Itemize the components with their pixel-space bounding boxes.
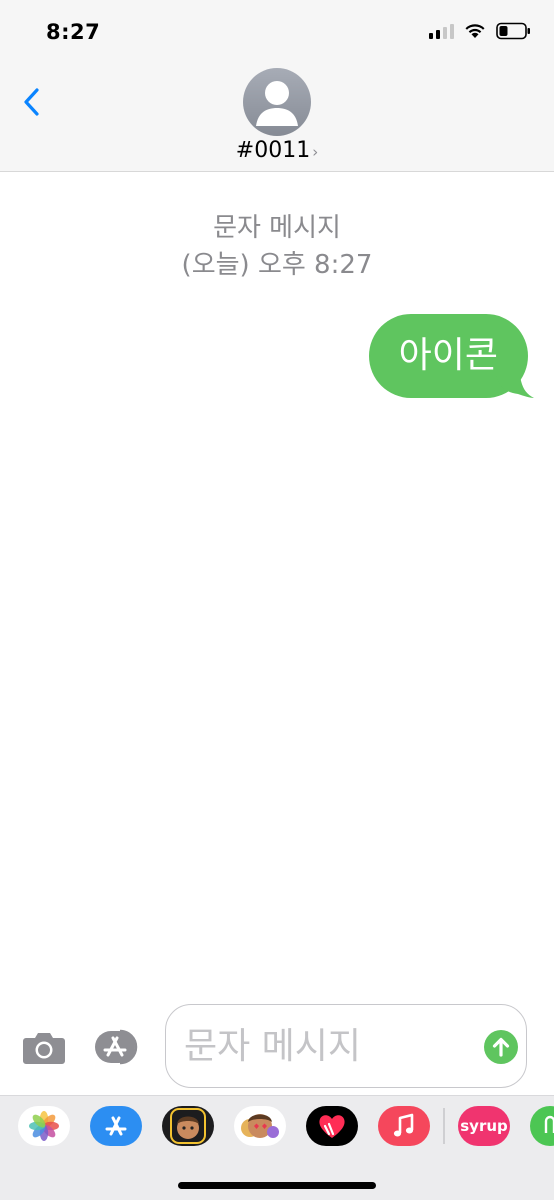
wifi-icon xyxy=(465,24,485,38)
app-drawer-divider xyxy=(443,1108,445,1144)
message-input-field[interactable] xyxy=(165,1004,527,1088)
status-icons xyxy=(429,22,532,40)
memoji-icon xyxy=(170,1108,206,1144)
person-icon xyxy=(256,81,298,126)
more-app-icon xyxy=(544,1115,554,1133)
music-icon xyxy=(393,1113,414,1137)
memoji-stickers-app-button[interactable] xyxy=(234,1106,286,1146)
camera-button[interactable] xyxy=(22,1030,66,1066)
cellular-signal-icon xyxy=(429,23,454,39)
send-button[interactable] xyxy=(484,1030,518,1064)
chevron-right-icon: › xyxy=(312,143,319,161)
photos-app-button[interactable] xyxy=(18,1106,70,1146)
battery-icon xyxy=(496,22,530,40)
app-store-icon xyxy=(95,1029,138,1065)
arrow-up-icon xyxy=(492,1037,510,1057)
home-indicator[interactable] xyxy=(178,1182,376,1189)
messages-screen: 8:27 #0011 › 문자 메시지 (오늘) 오후 8:27 아이콘 문자 … xyxy=(0,0,554,1200)
digital-touch-app-button[interactable] xyxy=(306,1106,358,1146)
more-app-button[interactable] xyxy=(530,1106,554,1146)
chevron-left-icon xyxy=(24,88,39,116)
photos-icon xyxy=(29,1111,59,1141)
memoji-stickers-icon xyxy=(241,1114,279,1138)
memoji-app-button[interactable] xyxy=(162,1106,214,1146)
conversation-header: #0011 › xyxy=(0,66,554,172)
contact-name: #0011 xyxy=(235,138,311,163)
app-store-icon xyxy=(105,1116,127,1136)
app-store-app-button[interactable] xyxy=(90,1106,142,1146)
back-button[interactable] xyxy=(14,84,50,120)
contact-name-button[interactable]: #0011 › xyxy=(0,138,554,163)
music-app-button[interactable] xyxy=(378,1106,430,1146)
camera-icon xyxy=(23,1033,65,1064)
status-time: 8:27 xyxy=(46,20,101,44)
status-bar: 8:27 xyxy=(0,0,554,66)
contact-avatar[interactable] xyxy=(243,68,311,136)
bubble-tail xyxy=(496,376,534,398)
timestamp-time: (오늘) 오후 8:27 xyxy=(181,250,373,280)
message-input[interactable] xyxy=(184,1019,474,1073)
syrup-icon: syrup xyxy=(460,1117,508,1135)
syrup-app-button[interactable]: syrup xyxy=(458,1106,510,1146)
digital-touch-icon xyxy=(319,1115,345,1138)
app-store-button[interactable] xyxy=(94,1028,144,1066)
message-timestamp: 문자 메시지 (오늘) 오후 8:27 xyxy=(0,210,554,284)
timestamp-service: 문자 메시지 xyxy=(213,213,341,243)
